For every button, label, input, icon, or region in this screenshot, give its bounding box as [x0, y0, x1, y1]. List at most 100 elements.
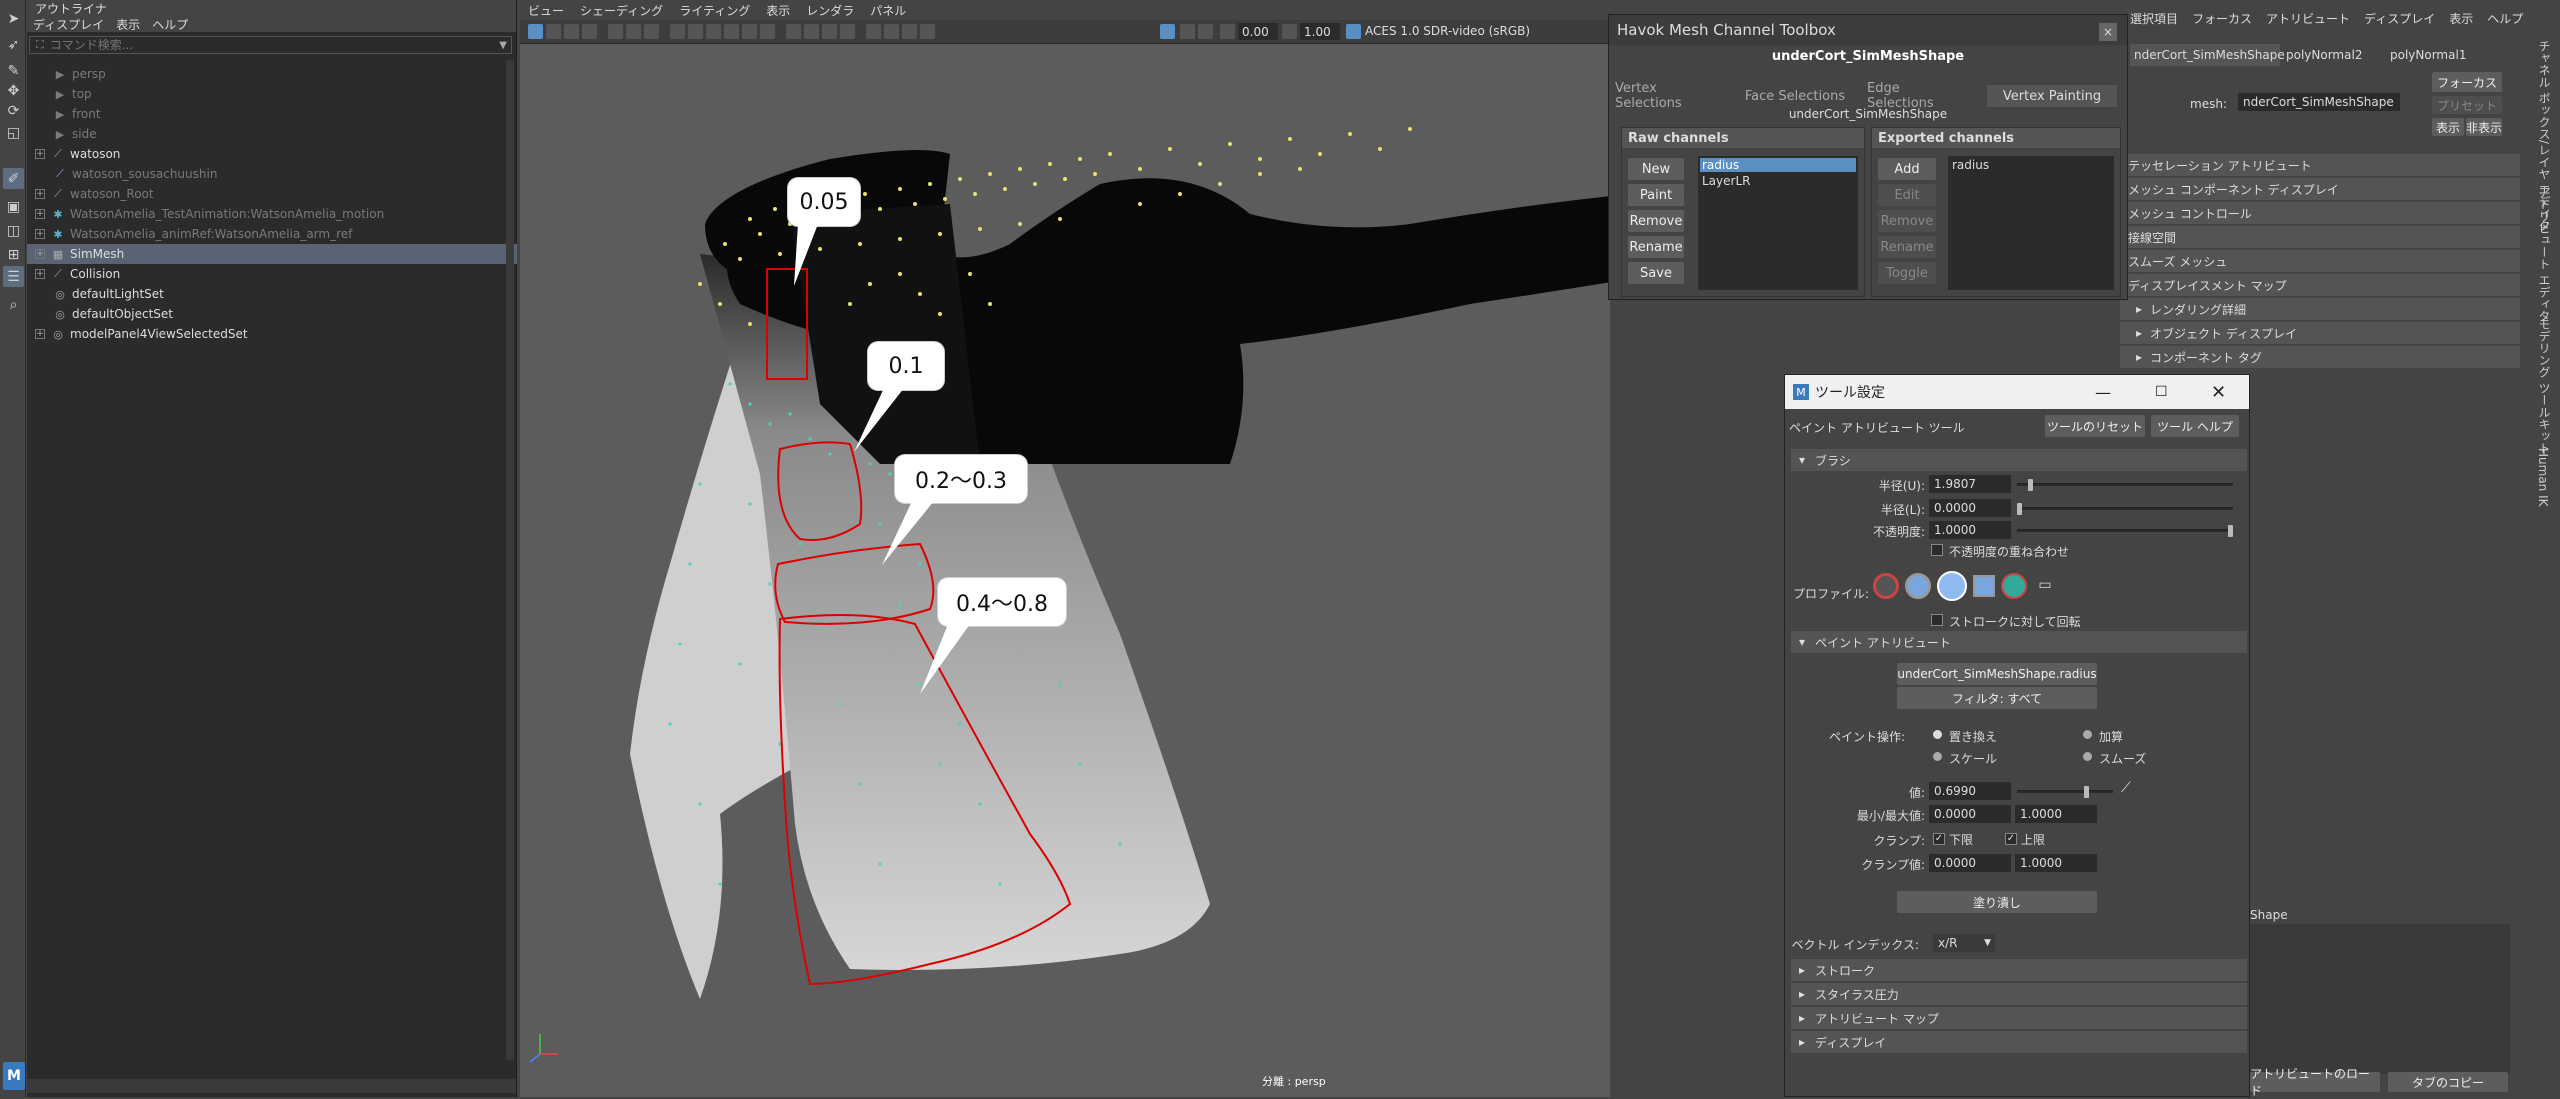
close-icon[interactable]: ×: [2099, 23, 2117, 41]
outliner-menu-show[interactable]: 表示: [110, 16, 146, 33]
ae-section-tangent-space[interactable]: 接線空間: [2120, 226, 2520, 248]
maximize-icon[interactable]: ☐: [2155, 384, 2168, 400]
profile-soft-icon[interactable]: [1905, 573, 1931, 599]
brush-section-header[interactable]: ▾ ブラシ: [1791, 449, 2247, 471]
exposure-icon[interactable]: [1220, 24, 1235, 39]
opacity-field[interactable]: 1.0000: [1929, 521, 2011, 539]
exposure-field[interactable]: 0.00: [1238, 23, 1278, 40]
use-all-lights-icon[interactable]: [742, 24, 757, 39]
max-value-field[interactable]: 1.0000: [2015, 805, 2097, 823]
clamp-min-field[interactable]: 0.0000: [1929, 854, 2011, 872]
raw-rename-button[interactable]: Rename: [1628, 236, 1684, 258]
ae-hide-button[interactable]: 非表示: [2466, 118, 2502, 136]
paint-op-smooth-radio[interactable]: [2083, 752, 2092, 761]
outliner-horizontal-scrollbar[interactable]: [27, 1079, 516, 1093]
xray-joints-icon[interactable]: [902, 24, 917, 39]
raw-channel-item[interactable]: radius: [1700, 158, 1856, 172]
havok-tab-face-selections[interactable]: Face Selections: [1744, 85, 1846, 107]
outliner-layout-icon[interactable]: ☰: [3, 266, 24, 287]
smooth-shade-icon[interactable]: [688, 24, 703, 39]
raw-paint-button[interactable]: Paint: [1628, 184, 1684, 206]
expand-icon[interactable]: +: [35, 229, 45, 239]
color-space-label[interactable]: ACES 1.0 SDR-video (sRGB): [1365, 24, 1530, 38]
radius-u-slider[interactable]: [2017, 479, 2233, 491]
depth-of-field-icon[interactable]: [840, 24, 855, 39]
outliner-item-watoson-root[interactable]: + ⟋ watoson_Root: [27, 184, 503, 204]
ae-section-object-display[interactable]: ▸ オブジェクト ディスプレイ: [2120, 322, 2520, 344]
clamp-lower-checkbox[interactable]: ✓: [1933, 833, 1945, 845]
outliner-item-anim-ref[interactable]: + ✱ WatsonAmelia_animRef:WatsonAmelia_arm_…: [27, 224, 503, 244]
wireframe-on-shaded-icon[interactable]: [706, 24, 721, 39]
ae-tab-shape[interactable]: nderCort_SimMeshShape: [2130, 44, 2285, 66]
image-plane-icon[interactable]: [582, 24, 597, 39]
paint-op-replace-radio[interactable]: [1933, 730, 1942, 739]
expand-icon[interactable]: +: [35, 209, 45, 219]
outliner-item-watoson[interactable]: + ⟋ watoson: [27, 144, 503, 164]
viewport-menu-shading[interactable]: シェーディング: [572, 2, 671, 19]
bookmark-icon[interactable]: [564, 24, 579, 39]
outliner-item-watoson-sousachuushin[interactable]: ⟋ watoson_sousachuushin: [27, 164, 503, 184]
stroke-section-header[interactable]: ▸ ストローク: [1791, 959, 2247, 981]
paint-attribute-tool-icon[interactable]: ✐: [3, 168, 24, 189]
slider-knob[interactable]: [2084, 786, 2090, 798]
ae-preset-button[interactable]: プリセット: [2432, 96, 2502, 114]
paint-op-add-radio[interactable]: [2083, 730, 2092, 739]
attribute-map-section-header[interactable]: ▸ アトリビュート マップ: [1791, 1007, 2247, 1029]
eyedropper-icon[interactable]: ⟋: [2121, 780, 2141, 798]
slider-knob[interactable]: [2027, 479, 2033, 491]
exported-edit-button[interactable]: Edit: [1878, 184, 1936, 206]
ae-section-component-display[interactable]: メッシュ コンポーネント ディスプレイ: [2120, 178, 2520, 200]
two-pane-layout-icon[interactable]: ◫: [3, 220, 24, 241]
havok-tab-vertex-painting[interactable]: Vertex Painting: [1987, 85, 2117, 107]
stylus-pressure-section-header[interactable]: ▸ スタイラス圧力: [1791, 983, 2247, 1005]
outliner-item-default-object-set[interactable]: ◎ defaultObjectSet: [27, 304, 503, 324]
film-gate-icon[interactable]: [626, 24, 641, 39]
outliner-menu-help[interactable]: ヘルプ: [146, 16, 194, 33]
raw-new-button[interactable]: New: [1628, 158, 1684, 180]
close-icon[interactable]: ✕: [2211, 382, 2226, 403]
xray-icon[interactable]: [884, 24, 899, 39]
exported-add-button[interactable]: Add: [1878, 158, 1936, 180]
clamp-max-field[interactable]: 1.0000: [2015, 854, 2097, 872]
grid-icon[interactable]: [608, 24, 623, 39]
value-field[interactable]: 0.6990: [1929, 782, 2011, 800]
select-tool-icon[interactable]: ➤: [3, 8, 24, 29]
flood-button[interactable]: 塗り潰し: [1897, 891, 2097, 913]
expand-icon[interactable]: +: [35, 189, 45, 199]
value-slider[interactable]: [2017, 786, 2113, 798]
exported-remove-button[interactable]: Remove: [1878, 210, 1936, 232]
exported-rename-button[interactable]: Rename: [1878, 236, 1936, 258]
accumulate-opacity-checkbox[interactable]: [1931, 544, 1943, 556]
ae-menu-help[interactable]: ヘルプ: [2487, 10, 2523, 27]
two-d-pan-icon[interactable]: [1180, 24, 1195, 39]
outliner-item-default-light-set[interactable]: ◎ defaultLightSet: [27, 284, 503, 304]
paint-op-scale-radio[interactable]: [1933, 752, 1942, 761]
outliner-item-side[interactable]: ▶ side: [27, 124, 503, 144]
resolution-gate-icon[interactable]: [644, 24, 659, 39]
camera-attributes-icon[interactable]: [546, 24, 561, 39]
ae-menu-focus[interactable]: フォーカス: [2192, 10, 2252, 27]
four-pane-layout-icon[interactable]: ⊞: [3, 244, 24, 265]
outliner-item-top[interactable]: ▶ top: [27, 84, 503, 104]
side-tab-modeling-toolkit[interactable]: モデリング ツールキット: [2536, 318, 2553, 454]
profile-image-icon[interactable]: [2001, 573, 2027, 599]
havok-tab-edge-selections[interactable]: Edge Selections: [1867, 81, 1969, 111]
radius-l-slider[interactable]: [2017, 503, 2233, 515]
outliner-item-simmesh[interactable]: + ▦ SimMesh: [27, 244, 517, 264]
paint-filter-button[interactable]: フィルタ: すべて: [1897, 687, 2097, 709]
profile-gaussian-icon[interactable]: [1873, 573, 1899, 599]
rotate-tool-icon[interactable]: ⟳: [3, 100, 24, 121]
ae-section-smooth-mesh[interactable]: スムーズ メッシュ: [2120, 250, 2520, 272]
ae-menu-show[interactable]: 表示: [2449, 10, 2473, 27]
scale-tool-icon[interactable]: ◱: [3, 122, 24, 143]
ae-load-attributes-button[interactable]: アトリビュートのロード: [2250, 1067, 2380, 1098]
color-management-icon[interactable]: [1346, 24, 1361, 39]
exported-toggle-button[interactable]: Toggle: [1878, 262, 1936, 284]
chevron-down-icon[interactable]: ▼: [499, 40, 507, 51]
viewport-menu-show[interactable]: 表示: [758, 2, 798, 19]
paint-attributes-section-header[interactable]: ▾ ペイント アトリビュート: [1791, 631, 2247, 653]
havok-tab-vertex-selections[interactable]: Vertex Selections: [1615, 81, 1715, 111]
ae-section-component-tags[interactable]: ▸ コンポーネント タグ: [2120, 346, 2520, 368]
side-tab-attribute-editor[interactable]: アトリビュート エディタ: [2536, 186, 2553, 322]
minimize-icon[interactable]: —: [2095, 383, 2111, 402]
